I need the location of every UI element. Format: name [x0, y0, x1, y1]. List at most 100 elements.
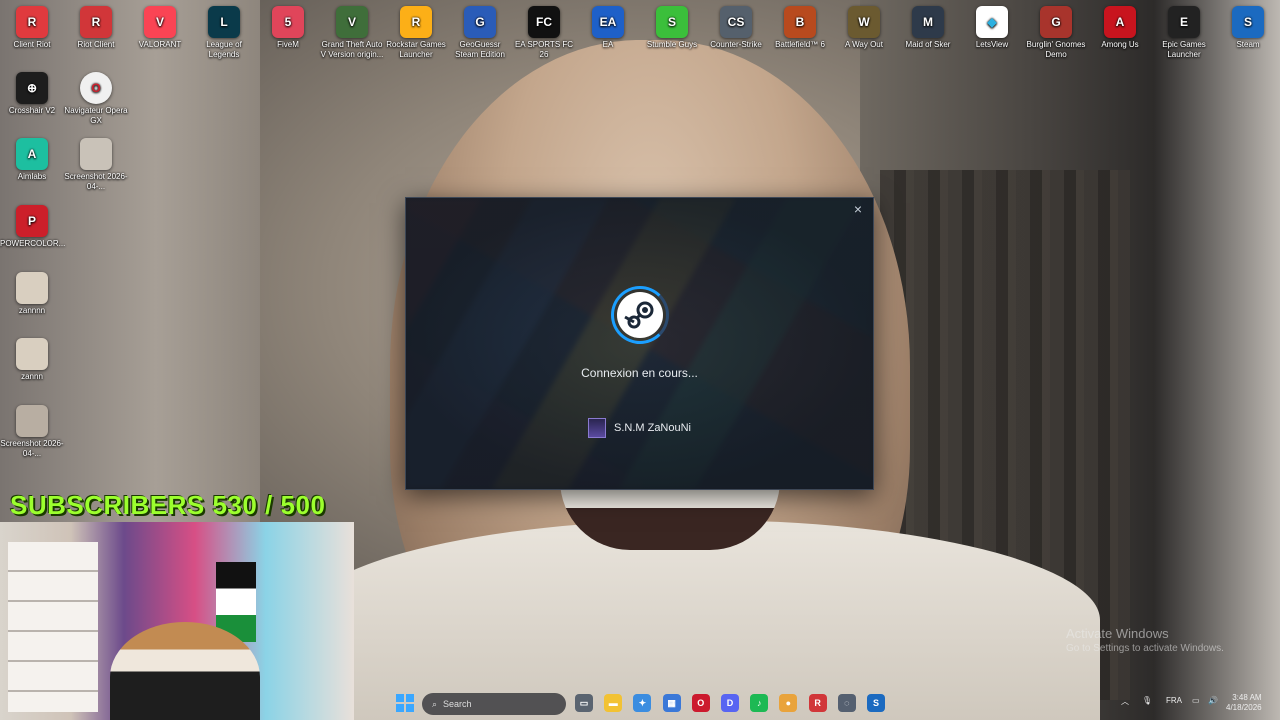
- spotify-icon[interactable]: ♪: [750, 694, 769, 712]
- navigateur-opera-gx-icon: O: [80, 72, 112, 104]
- steam-icon[interactable]: S: [867, 694, 885, 712]
- maid-of-sker-icon: M: [912, 6, 944, 38]
- start-button[interactable]: [396, 694, 414, 712]
- search-placeholder: Search: [443, 699, 472, 709]
- desktop-icon-label: Battlefield™ 6: [775, 40, 825, 49]
- desktop-icon-geoguessr-steam-edition[interactable]: G GeoGuessr Steam Edition: [448, 6, 512, 60]
- background-shirt: [300, 520, 1100, 720]
- screenshot-2026-04-icon: [16, 405, 48, 437]
- desktop-icon-aimlabs[interactable]: A Aimlabs: [0, 138, 64, 182]
- username: S.N.M ZaNouNi: [613, 422, 692, 434]
- zannnn-icon: [16, 272, 48, 304]
- desktop-icon-battlefield-6[interactable]: B Battlefield™ 6: [768, 6, 832, 50]
- desktop-icon-league-of-legends[interactable]: L League of Legends: [192, 6, 256, 60]
- desktop-icon-label: Screenshot 2026-04-...: [64, 172, 128, 191]
- geoguessr-steam-edition-icon: G: [464, 6, 496, 38]
- league-of-legends-icon: L: [208, 6, 240, 38]
- watermark-title: Activate Windows: [1066, 626, 1169, 641]
- desktop-icon-label: Crosshair V2: [8, 106, 56, 115]
- letsview-icon: ◆: [976, 6, 1008, 38]
- copilot-icon[interactable]: ✦: [633, 694, 652, 712]
- desktop-icon-label: Maid of Sker: [905, 40, 951, 49]
- battlefield-6-icon: B: [784, 6, 816, 38]
- desktop-icon-counter-strike[interactable]: CS Counter-Strike: [704, 6, 768, 50]
- opera-gx-icon[interactable]: O: [691, 694, 710, 712]
- desktop-icon-label: EA: [602, 40, 614, 49]
- desktop-icon-label: Grand Theft Auto V Version origin...: [320, 40, 384, 59]
- counter-strike-icon: CS: [720, 6, 752, 38]
- desktop-icon-navigateur-opera-gx[interactable]: O Navigateur Opera GX: [64, 72, 128, 126]
- desktop-icon-screenshot-2026-04[interactable]: Screenshot 2026-04-...: [0, 405, 64, 459]
- chrome-icon[interactable]: ●: [779, 694, 798, 712]
- desktop-icon-label: GeoGuessr Steam Edition: [455, 40, 505, 59]
- search-icon: ⌕: [432, 698, 438, 709]
- desktop-icon-crosshair-v2[interactable]: ⊕ Crosshair V2: [0, 72, 64, 116]
- desktop-icon-fivem[interactable]: 5 FiveM: [256, 6, 320, 50]
- clock-date: 4/18/2026: [1226, 703, 1262, 712]
- avatar: [587, 418, 606, 438]
- aimlabs-icon: A: [16, 138, 48, 170]
- desktop-icon-maid-of-sker[interactable]: M Maid of Sker: [896, 6, 960, 50]
- desktop-icon-label: LetsView: [975, 40, 1009, 49]
- desktop-icon-grand-theft-auto-v-version-origin[interactable]: V Grand Theft Auto V Version origin...: [320, 6, 384, 60]
- desktop-icon-label: Navigateur Opera GX: [64, 106, 128, 125]
- desktop-icon-powercolor[interactable]: P POWERCOLOR...: [0, 205, 65, 249]
- desktop-icon-letsview[interactable]: ◆ LetsView: [960, 6, 1024, 50]
- desktop-icon-a-way-out[interactable]: W A Way Out: [832, 6, 896, 50]
- desktop-icon-stumble-guys[interactable]: S Stumble Guys: [640, 6, 704, 50]
- zannn-icon: [16, 338, 48, 370]
- steam-icon: [617, 292, 663, 338]
- display-icon[interactable]: ▭: [1192, 696, 1200, 705]
- desktop-icon-steam[interactable]: S Steam: [1216, 6, 1280, 50]
- grand-theft-auto-v-version-origin-icon: V: [336, 6, 368, 38]
- webcam-shelf: [8, 542, 98, 712]
- desktop-icon-label: A Way Out: [845, 40, 883, 49]
- desktop-icon-client-riot[interactable]: R Client Riot: [0, 6, 64, 50]
- riot-client-icon[interactable]: R: [808, 694, 827, 712]
- watermark-subtitle: Go to Settings to activate Windows.: [1066, 643, 1224, 654]
- activate-windows-watermark: Activate Windows Go to Settings to activ…: [1066, 626, 1224, 654]
- rockstar-games-launcher-icon: R: [400, 6, 432, 38]
- microsoft-store-icon[interactable]: ▦: [662, 694, 681, 712]
- desktop-icon-ea[interactable]: EA EA: [576, 6, 640, 50]
- steam-loading-icon[interactable]: ◌: [837, 694, 856, 712]
- client-riot-icon: R: [16, 6, 48, 38]
- steam-login-dialog: × Connexion en cours... S.N.M ZaNouNi: [405, 197, 874, 490]
- desktop-icon-label: League of Legends: [206, 40, 242, 59]
- chevron-up-icon[interactable]: ︿: [1121, 696, 1129, 707]
- desktop-icon-label: Riot Client: [77, 40, 115, 49]
- volume-icon[interactable]: 🔊: [1208, 696, 1218, 705]
- desktop-icon-burglin-gnomes-demo[interactable]: G Burglin' Gnomes Demo: [1024, 6, 1088, 60]
- close-icon[interactable]: ×: [849, 200, 867, 218]
- epic-games-launcher-icon: E: [1168, 6, 1200, 38]
- desktop-icon-label: Steam: [1236, 40, 1260, 49]
- stumble-guys-icon: S: [656, 6, 688, 38]
- desktop-icon-screenshot-2026-04[interactable]: Screenshot 2026-04-...: [64, 138, 128, 192]
- fivem-icon: 5: [272, 6, 304, 38]
- desktop-icon-label: Screenshot 2026-04-...: [0, 439, 64, 458]
- desktop-icon-riot-client[interactable]: R Riot Client: [64, 6, 128, 50]
- desktop-icon-label: zannnn: [18, 306, 46, 315]
- ea-icon: EA: [592, 6, 624, 38]
- taskbar-clock[interactable]: 3:48 AM 4/18/2026: [1226, 693, 1262, 713]
- desktop-icon-zannn[interactable]: zannn: [0, 338, 64, 382]
- desktop-icon-among-us[interactable]: A Among Us: [1088, 6, 1152, 50]
- steam-icon: S: [1232, 6, 1264, 38]
- desktop-icon-label: Epic Games Launcher: [1162, 40, 1206, 59]
- desktop-icon-zannnn[interactable]: zannnn: [0, 272, 64, 316]
- discord-icon[interactable]: D: [721, 694, 739, 712]
- desktop-icon-valorant[interactable]: V VALORANT: [128, 6, 192, 50]
- webcam-overlay: [0, 522, 354, 720]
- desktop-icon-rockstar-games-launcher[interactable]: R Rockstar Games Launcher: [384, 6, 448, 60]
- file-explorer-icon[interactable]: ▬: [604, 694, 623, 712]
- language-indicator[interactable]: FRA: [1166, 696, 1182, 705]
- desktop-icon-epic-games-launcher[interactable]: E Epic Games Launcher: [1152, 6, 1216, 60]
- taskbar-search[interactable]: ⌕ Search: [422, 693, 566, 715]
- desktop-icon-label: Aimlabs: [17, 172, 47, 181]
- task-view-icon[interactable]: ▭: [575, 694, 593, 712]
- desktop-icon-label: EA SPORTS FC 26: [514, 40, 574, 59]
- microphone-icon[interactable]: 🎙: [1142, 696, 1152, 705]
- user-row: S.N.M ZaNouNi: [406, 418, 873, 438]
- among-us-icon: A: [1104, 6, 1136, 38]
- desktop-icon-ea-sports-fc-26[interactable]: FC EA SPORTS FC 26: [512, 6, 576, 60]
